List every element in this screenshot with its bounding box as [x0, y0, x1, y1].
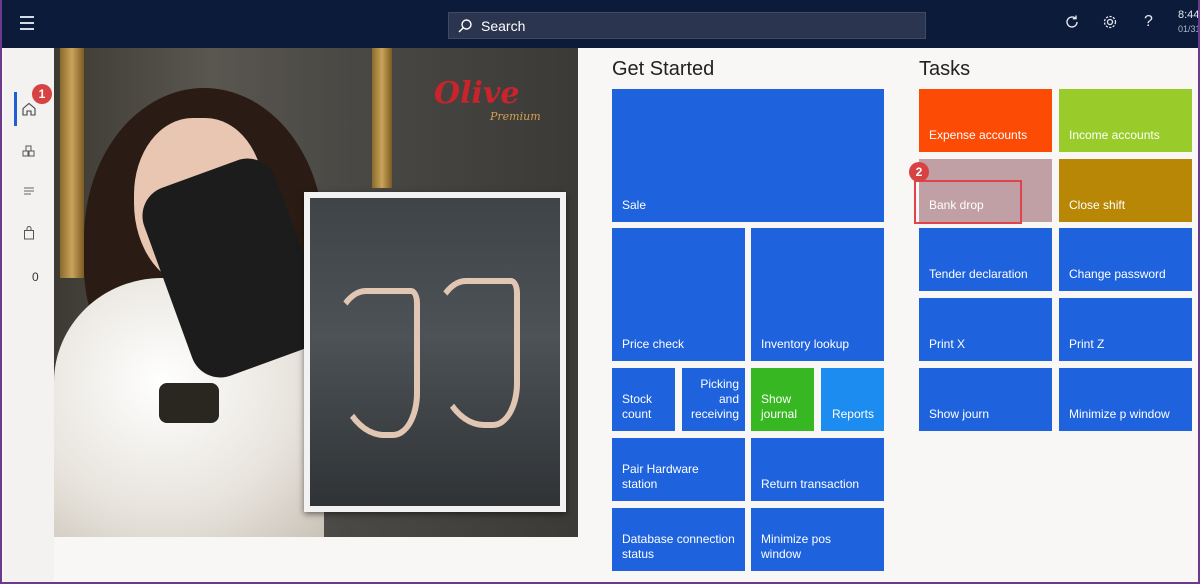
search-box[interactable]: Search — [448, 12, 926, 39]
tile-expense-accounts[interactable]: Expense accounts — [919, 89, 1052, 152]
pos-window: Search ? 8:44 01/31 0 1 Olive Premium Ge… — [0, 0, 1200, 584]
tile-label: Picking and receiving — [690, 377, 739, 421]
bracelet — [159, 383, 219, 423]
tile-stock-count[interactable]: Stock count — [612, 368, 675, 431]
tile-reports[interactable]: Reports — [821, 368, 884, 431]
get-started-title: Get Started — [612, 58, 715, 80]
gear-icon[interactable] — [1102, 14, 1118, 35]
annotation-badge-1: 1 — [32, 84, 52, 104]
search-placeholder: Search — [481, 17, 526, 34]
top-navigation-bar: Search ? 8:44 01/31 — [2, 0, 1200, 48]
tile-label: Change password — [1069, 267, 1166, 281]
tile-database-connection-status[interactable]: Database connection status — [612, 508, 745, 571]
shoe-photo-inner — [310, 198, 560, 506]
tile-label: Inventory lookup — [761, 337, 850, 351]
tile-change-password[interactable]: Change password — [1059, 228, 1192, 291]
tile-label: Income accounts — [1069, 128, 1160, 142]
cart-count: 0 — [32, 270, 39, 284]
tile-picking-receiving[interactable]: Picking and receiving — [682, 368, 745, 431]
tile-tender-declaration[interactable]: Tender declaration — [919, 228, 1052, 291]
tile-label: Show journal — [761, 392, 798, 421]
tile-close-shift[interactable]: Close shift — [1059, 159, 1192, 222]
tile-label: Expense accounts — [929, 128, 1028, 142]
tile-print-x[interactable]: Print X — [919, 298, 1052, 361]
tile-label: Reports — [831, 407, 874, 421]
tile-show-journal[interactable]: Show journal — [751, 368, 814, 431]
menu-lines-icon[interactable] — [4, 173, 54, 209]
tile-label: Pair Hardware station — [622, 462, 699, 491]
shoe-photo — [304, 192, 566, 512]
clock-date: 01/31 — [1178, 24, 1200, 34]
brand-logo-sub: Premium — [490, 110, 541, 123]
annotation-highlight-box — [914, 180, 1022, 224]
picture-frame-decoration — [372, 48, 392, 188]
left-navigation-rail: 0 — [4, 48, 54, 582]
tile-label: Minimize p window — [1069, 407, 1170, 421]
tile-show-journal-task[interactable]: Show journ — [919, 368, 1052, 431]
refresh-icon[interactable] — [1064, 14, 1080, 35]
clock: 8:44 01/31 — [1178, 8, 1200, 36]
tile-label: Return transaction — [761, 477, 860, 491]
tile-label: Stock count — [622, 392, 653, 421]
tile-price-check[interactable]: Price check — [612, 228, 745, 361]
tile-label: Print X — [929, 337, 966, 351]
tile-label: Show journ — [929, 407, 990, 421]
tile-print-z[interactable]: Print Z — [1059, 298, 1192, 361]
tile-label: Sale — [622, 198, 647, 212]
high-heel-shoe — [330, 288, 420, 438]
shopping-bag-icon[interactable] — [4, 215, 54, 251]
search-icon — [458, 18, 472, 32]
clock-time: 8:44 — [1178, 9, 1200, 21]
tile-return-transaction[interactable]: Return transaction — [751, 438, 884, 501]
brand-logo: Olive — [434, 76, 520, 111]
tile-sale[interactable]: Sale — [612, 89, 884, 222]
tile-pair-hardware-station[interactable]: Pair Hardware station — [612, 438, 745, 501]
help-icon[interactable]: ? — [1144, 13, 1153, 31]
tile-minimize-window-task[interactable]: Minimize p window — [1059, 368, 1192, 431]
high-heel-shoe — [430, 278, 520, 428]
tile-label: Database connection status — [622, 532, 735, 561]
tasks-title: Tasks — [919, 58, 971, 80]
hero-image: Olive Premium — [54, 48, 578, 537]
products-icon[interactable] — [4, 133, 54, 169]
tile-minimize-pos-window[interactable]: Minimize pos window — [751, 508, 884, 571]
tile-label: Tender declaration — [929, 267, 1028, 281]
tile-label: Close shift — [1069, 198, 1126, 212]
tile-label: Print Z — [1069, 337, 1105, 351]
hamburger-icon[interactable] — [20, 16, 38, 30]
tile-income-accounts[interactable]: Income accounts — [1059, 89, 1192, 152]
tile-label: Minimize pos window — [761, 532, 832, 561]
annotation-badge-2: 2 — [909, 162, 929, 182]
picture-frame-decoration — [60, 48, 84, 278]
tile-label: Price check — [622, 337, 685, 351]
tile-inventory-lookup[interactable]: Inventory lookup — [751, 228, 884, 361]
